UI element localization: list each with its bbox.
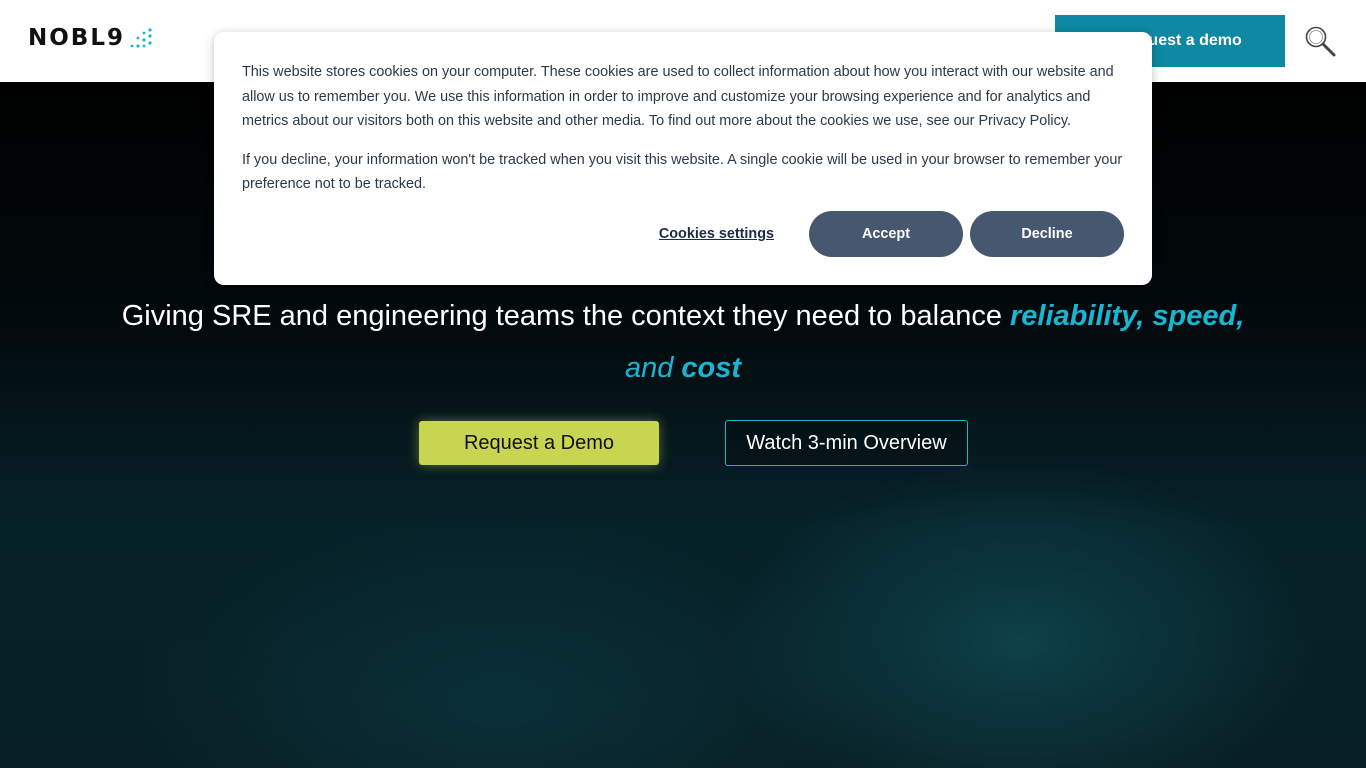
cookie-consent-banner: This website stores cookies on your comp… bbox=[214, 32, 1152, 285]
cookie-actions: Cookies settings Accept Decline bbox=[659, 211, 1124, 257]
request-demo-button[interactable]: Request a Demo bbox=[419, 421, 659, 465]
hero-headline: Giving SRE and engineering teams the con… bbox=[80, 290, 1286, 394]
cookie-decline-text: If you decline, your information won't b… bbox=[242, 151, 1123, 193]
logo-text: NOBL9 bbox=[28, 25, 125, 51]
headline-main: Giving SRE and engineering teams the con… bbox=[121, 300, 1011, 332]
headline-accent-cost: cost bbox=[681, 352, 742, 384]
logo-dots-icon bbox=[130, 28, 152, 48]
headline-accent-reliability-speed: reliability, speed, bbox=[1010, 300, 1245, 332]
decline-cookies-button[interactable]: Decline bbox=[970, 211, 1124, 257]
accept-cookies-button[interactable]: Accept bbox=[809, 211, 963, 257]
search-button[interactable] bbox=[1303, 24, 1337, 58]
cookies-settings-link[interactable]: Cookies settings bbox=[659, 226, 774, 242]
headline-and: and bbox=[624, 352, 682, 384]
search-icon bbox=[1305, 26, 1336, 57]
watch-overview-button[interactable]: Watch 3-min Overview bbox=[725, 420, 968, 466]
cookie-notice-text: This website stores cookies on your comp… bbox=[242, 64, 1114, 129]
nobl9-logo[interactable]: NOBL9 bbox=[28, 24, 154, 52]
